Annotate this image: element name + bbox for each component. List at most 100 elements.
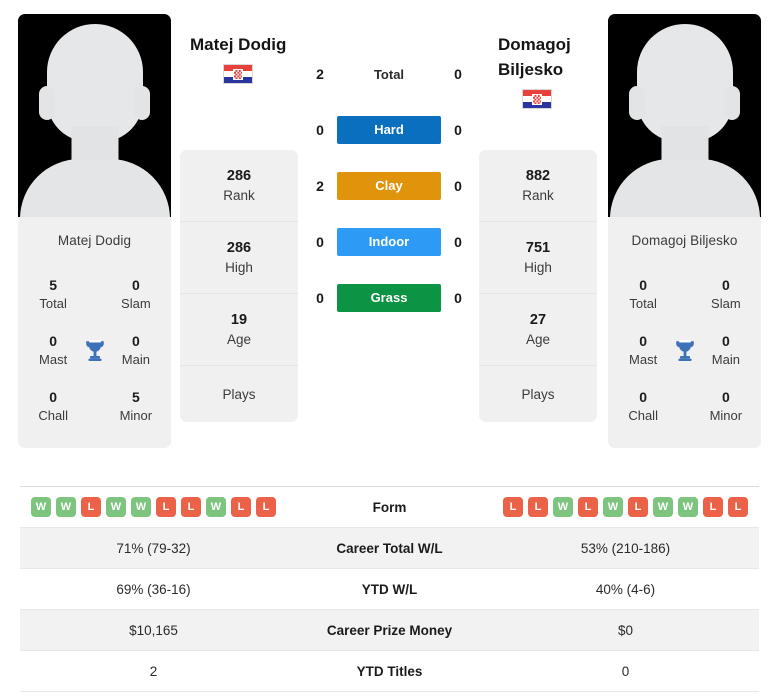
h2h-left-score-total: 2 xyxy=(316,66,324,82)
stat-value-left-career-total-wl: 71% (79-32) xyxy=(116,540,191,556)
player-name-right[interactable]: Domagoj Biljesko xyxy=(498,32,628,82)
titles-main-label-left: Main xyxy=(121,351,150,367)
titles-chall-right: 0 Chall xyxy=(614,388,672,425)
h2h-right-score-total: 0 xyxy=(454,66,462,82)
h2h-right-score-grass: 0 xyxy=(454,290,462,306)
titles-grid-left: 5 Total 0 Slam 0 Mast 0 Main 0 Chall 5 M… xyxy=(18,262,171,448)
titles-slam-value-left: 0 xyxy=(131,276,140,293)
comparison-header: Matej Dodig 5 Total 0 Slam 0 Mast 0 Main… xyxy=(0,0,779,472)
form-badge-win: W xyxy=(56,497,76,517)
form-badge-loss: L xyxy=(81,497,101,517)
high-value-left: 286 xyxy=(226,240,252,256)
rank-card-right: 882 Rank 751 High 27 Age Plays xyxy=(479,150,597,422)
form-badge-loss: L xyxy=(231,497,251,517)
titles-main-value-right: 0 xyxy=(721,332,730,349)
titles-slam-left: 0 Slam xyxy=(107,276,165,313)
avatar-ear-left xyxy=(629,86,645,120)
titles-total-value-left: 5 xyxy=(49,276,58,293)
comparison-stats-table: WWLWWLLWLL Form LLWLWLWWLL 71% (79-32) C… xyxy=(20,486,759,692)
flag-crest xyxy=(532,93,542,105)
stat-label-ytd-titles: YTD Titles xyxy=(356,663,423,679)
titles-row-mast-main-left: 0 Mast 0 Main xyxy=(18,322,171,378)
titles-slam-right: 0 Slam xyxy=(697,276,755,313)
stat-label-ytd-wl: YTD W/L xyxy=(361,581,418,597)
rank-value-left: 286 xyxy=(226,168,252,184)
h2h-right-score-hard: 0 xyxy=(454,122,462,138)
titles-slam-label-right: Slam xyxy=(711,295,741,311)
rank-value-right: 882 xyxy=(525,168,551,184)
form-badge-loss: L xyxy=(528,497,548,517)
titles-minor-right: 0 Minor xyxy=(697,388,755,425)
h2h-label-total: Total xyxy=(373,66,405,82)
titles-main-left: 0 Main xyxy=(107,332,165,369)
stat-label-career-prize-money: Career Prize Money xyxy=(326,622,453,638)
surface-badge-clay[interactable]: Clay xyxy=(337,172,441,200)
plays-label-right: Plays xyxy=(521,386,555,402)
plays-label-left: Plays xyxy=(222,386,256,402)
form-badge-loss: L xyxy=(156,497,176,517)
form-badge-loss: L xyxy=(181,497,201,517)
titles-row-mast-main-right: 0 Mast 0 Main xyxy=(608,322,761,378)
head-to-head-panel: 2 Total 0 0 Hard 0 2 Clay 0 0 Indoor 0 0 xyxy=(303,60,475,312)
form-badge-list-left: WWLWWLLWLL xyxy=(20,497,287,517)
titles-total-label-right: Total xyxy=(629,295,657,311)
titles-row-chall-minor-right: 0 Chall 0 Minor xyxy=(608,378,761,434)
h2h-left-score-hard: 0 xyxy=(316,122,324,138)
form-badge-win: W xyxy=(106,497,126,517)
age-value-right: 27 xyxy=(529,312,547,328)
form-badge-loss: L xyxy=(628,497,648,517)
h2h-row-indoor: 0 Indoor 0 xyxy=(303,228,475,256)
rank-card-left: 286 Rank 286 High 19 Age Plays xyxy=(180,150,298,422)
stat-label-form: Form xyxy=(372,499,407,515)
form-badge-list-right: LLWLWLWWLL xyxy=(492,497,759,517)
h2h-left-score-indoor: 0 xyxy=(316,234,324,250)
rank-item-high-right: 751 High xyxy=(479,222,597,294)
titles-minor-value-left: 5 xyxy=(131,388,140,405)
titles-mast-label-left: Mast xyxy=(39,351,68,367)
player-photo-caption-right: Domagoj Biljesko xyxy=(631,233,738,248)
form-badge-win: W xyxy=(31,497,51,517)
titles-row-chall-minor-left: 0 Chall 5 Minor xyxy=(18,378,171,434)
surface-badge-hard[interactable]: Hard xyxy=(337,116,441,144)
stat-value-left-ytd-titles: 2 xyxy=(149,663,158,679)
surface-badge-indoor[interactable]: Indoor xyxy=(337,228,441,256)
titles-chall-left: 0 Chall xyxy=(24,388,82,425)
stat-value-right-ytd-titles: 0 xyxy=(621,663,630,679)
form-badges-right: LLWLWLWWLL xyxy=(492,497,759,517)
rank-item-rank-right: 882 Rank xyxy=(479,150,597,222)
h2h-left-score-clay: 2 xyxy=(316,178,324,194)
table-row: 2 YTD Titles 0 xyxy=(20,651,759,692)
high-label-right: High xyxy=(524,260,552,275)
stat-value-left-career-prize-money: $10,165 xyxy=(129,622,178,638)
rank-item-high-left: 286 High xyxy=(180,222,298,294)
titles-minor-value-right: 0 xyxy=(721,388,730,405)
titles-minor-label-right: Minor xyxy=(709,407,743,423)
titles-slam-label-left: Slam xyxy=(121,295,151,311)
stat-label-career-total-wl: Career Total W/L xyxy=(336,540,443,556)
player-card-left[interactable]: Matej Dodig 5 Total 0 Slam 0 Mast 0 Main… xyxy=(18,14,171,448)
h2h-row-grass: 0 Grass 0 xyxy=(303,284,475,312)
player-photo-caption-left: Matej Dodig xyxy=(57,233,132,248)
titles-chall-label-left: Chall xyxy=(38,407,68,423)
form-badge-loss: L xyxy=(728,497,748,517)
flag-crest xyxy=(233,68,243,80)
high-label-left: High xyxy=(225,260,253,275)
player-name-left[interactable]: Matej Dodig xyxy=(190,32,320,57)
titles-mast-left: 0 Mast xyxy=(24,332,82,369)
form-badge-loss: L xyxy=(256,497,276,517)
titles-slam-value-right: 0 xyxy=(721,276,730,293)
titles-total-left: 5 Total xyxy=(24,276,82,313)
player-photo-left xyxy=(18,14,171,217)
form-badge-loss: L xyxy=(578,497,598,517)
titles-grid-right: 0 Total 0 Slam 0 Mast 0 Main 0 Chall 0 M… xyxy=(608,262,761,448)
table-row: WWLWWLLWLL Form LLWLWLWWLL xyxy=(20,487,759,528)
avatar-silhouette-icon xyxy=(636,24,733,142)
titles-chall-label-right: Chall xyxy=(628,407,658,423)
titles-total-value-right: 0 xyxy=(639,276,648,293)
surface-badge-grass[interactable]: Grass xyxy=(337,284,441,312)
form-badge-loss: L xyxy=(503,497,523,517)
h2h-left-score-grass: 0 xyxy=(316,290,324,306)
h2h-right-score-indoor: 0 xyxy=(454,234,462,250)
player-card-right[interactable]: Domagoj Biljesko 0 Total 0 Slam 0 Mast 0… xyxy=(608,14,761,448)
stat-value-right-career-prize-money: $0 xyxy=(617,622,634,638)
